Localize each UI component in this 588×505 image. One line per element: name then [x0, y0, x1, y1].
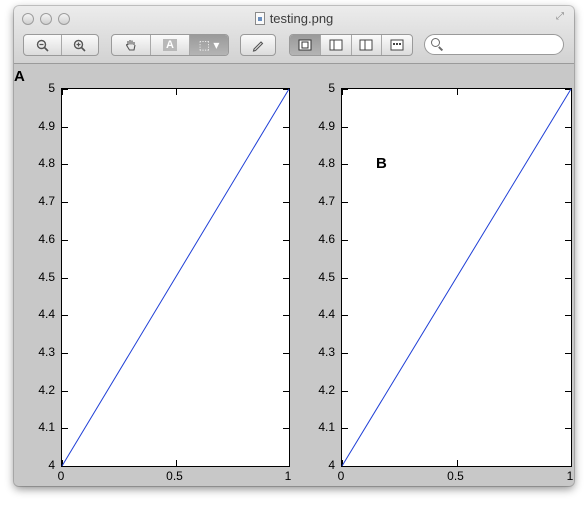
y-tick-label: 4.3: [38, 344, 55, 359]
panel-b-label: B: [376, 155, 387, 172]
view-contact-icon: [390, 39, 404, 51]
search-icon: [431, 38, 440, 47]
view-sidebar-icon: [329, 39, 343, 51]
y-tick-label: 4.4: [318, 307, 335, 322]
select-tool-button[interactable]: ⬚ ▾: [189, 35, 228, 55]
text-tool-button[interactable]: A: [150, 35, 189, 55]
hand-icon: [126, 40, 136, 51]
view-sidebar-button[interactable]: [319, 35, 351, 55]
tool-selector: A ⬚ ▾: [111, 34, 229, 56]
y-tick-label: 4.1: [318, 420, 335, 435]
view-single-icon: [298, 39, 312, 51]
x-tick: [289, 89, 290, 95]
series-line: [341, 88, 572, 467]
view-split-button[interactable]: [350, 35, 382, 55]
y-tick: [62, 466, 68, 467]
x-tick-label: 1: [566, 469, 574, 483]
pencil-icon: [252, 41, 264, 52]
x-tick-label: 0: [337, 469, 345, 483]
y-tick-label: 4.2: [318, 382, 335, 397]
y-tick-label: 4.2: [38, 382, 55, 397]
image-viewport: A 4 4.1 4.2 4.3 4.4 4.5 4.6 4.7 4.8 4.9 5 0 0.5 1 4 4.…: [14, 64, 574, 486]
y-tick-label: 4.1: [38, 420, 55, 435]
y-tick-label: 4.7: [318, 194, 335, 209]
zoom-in-icon: [74, 39, 86, 52]
window-title-text: testing.png: [269, 11, 334, 26]
title-bar: testing.png ⤢ A ⬚ ▾: [14, 6, 574, 64]
y-tick: [565, 466, 571, 467]
plot-area: [341, 88, 572, 467]
text-tool-label: A: [163, 39, 177, 51]
line-series: [341, 88, 572, 467]
y-tick-label: 4.8: [318, 156, 335, 171]
y-tick-label: 4.8: [38, 156, 55, 171]
plot-area: [61, 88, 290, 467]
line-series: [61, 88, 290, 467]
x-tick-label: 0: [57, 469, 65, 483]
view-single-button[interactable]: [290, 35, 320, 55]
view-mode-control: [289, 34, 413, 56]
x-tick-label: 0.5: [166, 469, 183, 483]
view-contact-button[interactable]: [381, 35, 412, 55]
y-tick-label: 4.5: [318, 269, 335, 284]
preview-window: testing.png ⤢ A ⬚ ▾ A 4 4.1 4.2 4.3 4.4 …: [14, 6, 574, 486]
move-tool-button[interactable]: [112, 35, 150, 55]
fullscreen-icon[interactable]: ⤢: [554, 11, 566, 23]
y-tick-label: 5: [328, 81, 335, 95]
y-tick-label: 5: [48, 81, 55, 95]
zoom-out-button[interactable]: [24, 35, 61, 55]
view-split-icon: [359, 39, 373, 51]
select-tool-label: ⬚ ▾: [198, 38, 220, 52]
annotate-button[interactable]: [240, 34, 276, 56]
y-tick: [283, 466, 289, 467]
x-tick: [571, 460, 572, 466]
zoom-control: [23, 34, 99, 56]
y-tick-label: 4.7: [38, 194, 55, 209]
y-tick-label: 4.9: [318, 118, 335, 133]
zoom-out-icon: [36, 39, 49, 52]
search-field[interactable]: [424, 34, 564, 55]
x-tick: [571, 89, 572, 95]
y-tick-label: 4.4: [38, 307, 55, 322]
series-line: [61, 88, 290, 467]
window-title: testing.png: [14, 11, 574, 26]
y-tick-label: 4.9: [38, 118, 55, 133]
y-tick-label: 4.6: [38, 231, 55, 246]
y-tick-label: 4.3: [318, 344, 335, 359]
x-tick: [289, 460, 290, 466]
png-file-icon: [254, 12, 265, 25]
y-tick-label: 4.5: [38, 269, 55, 284]
zoom-in-button[interactable]: [60, 35, 99, 55]
y-tick-label: 4.6: [318, 231, 335, 246]
x-tick-label: 0.5: [447, 469, 464, 483]
y-tick: [342, 466, 348, 467]
